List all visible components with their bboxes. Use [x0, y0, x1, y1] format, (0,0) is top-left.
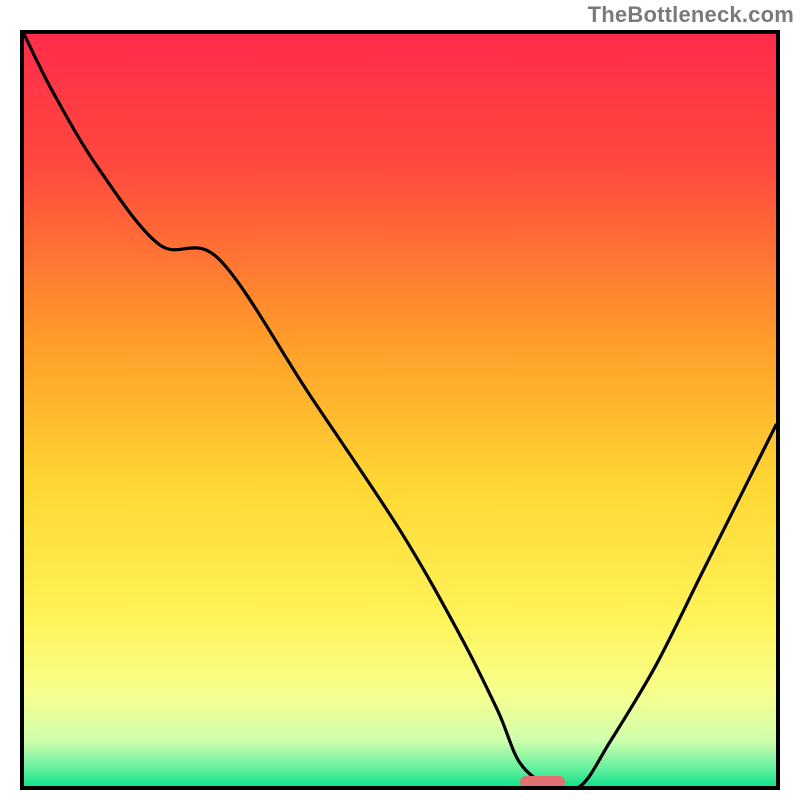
bottleneck-curve-path	[24, 34, 776, 786]
optimal-marker	[520, 776, 565, 788]
curve-svg	[24, 34, 776, 786]
watermark-text: TheBottleneck.com	[588, 2, 794, 28]
chart-frame: TheBottleneck.com	[0, 0, 800, 800]
plot-area	[20, 30, 780, 790]
